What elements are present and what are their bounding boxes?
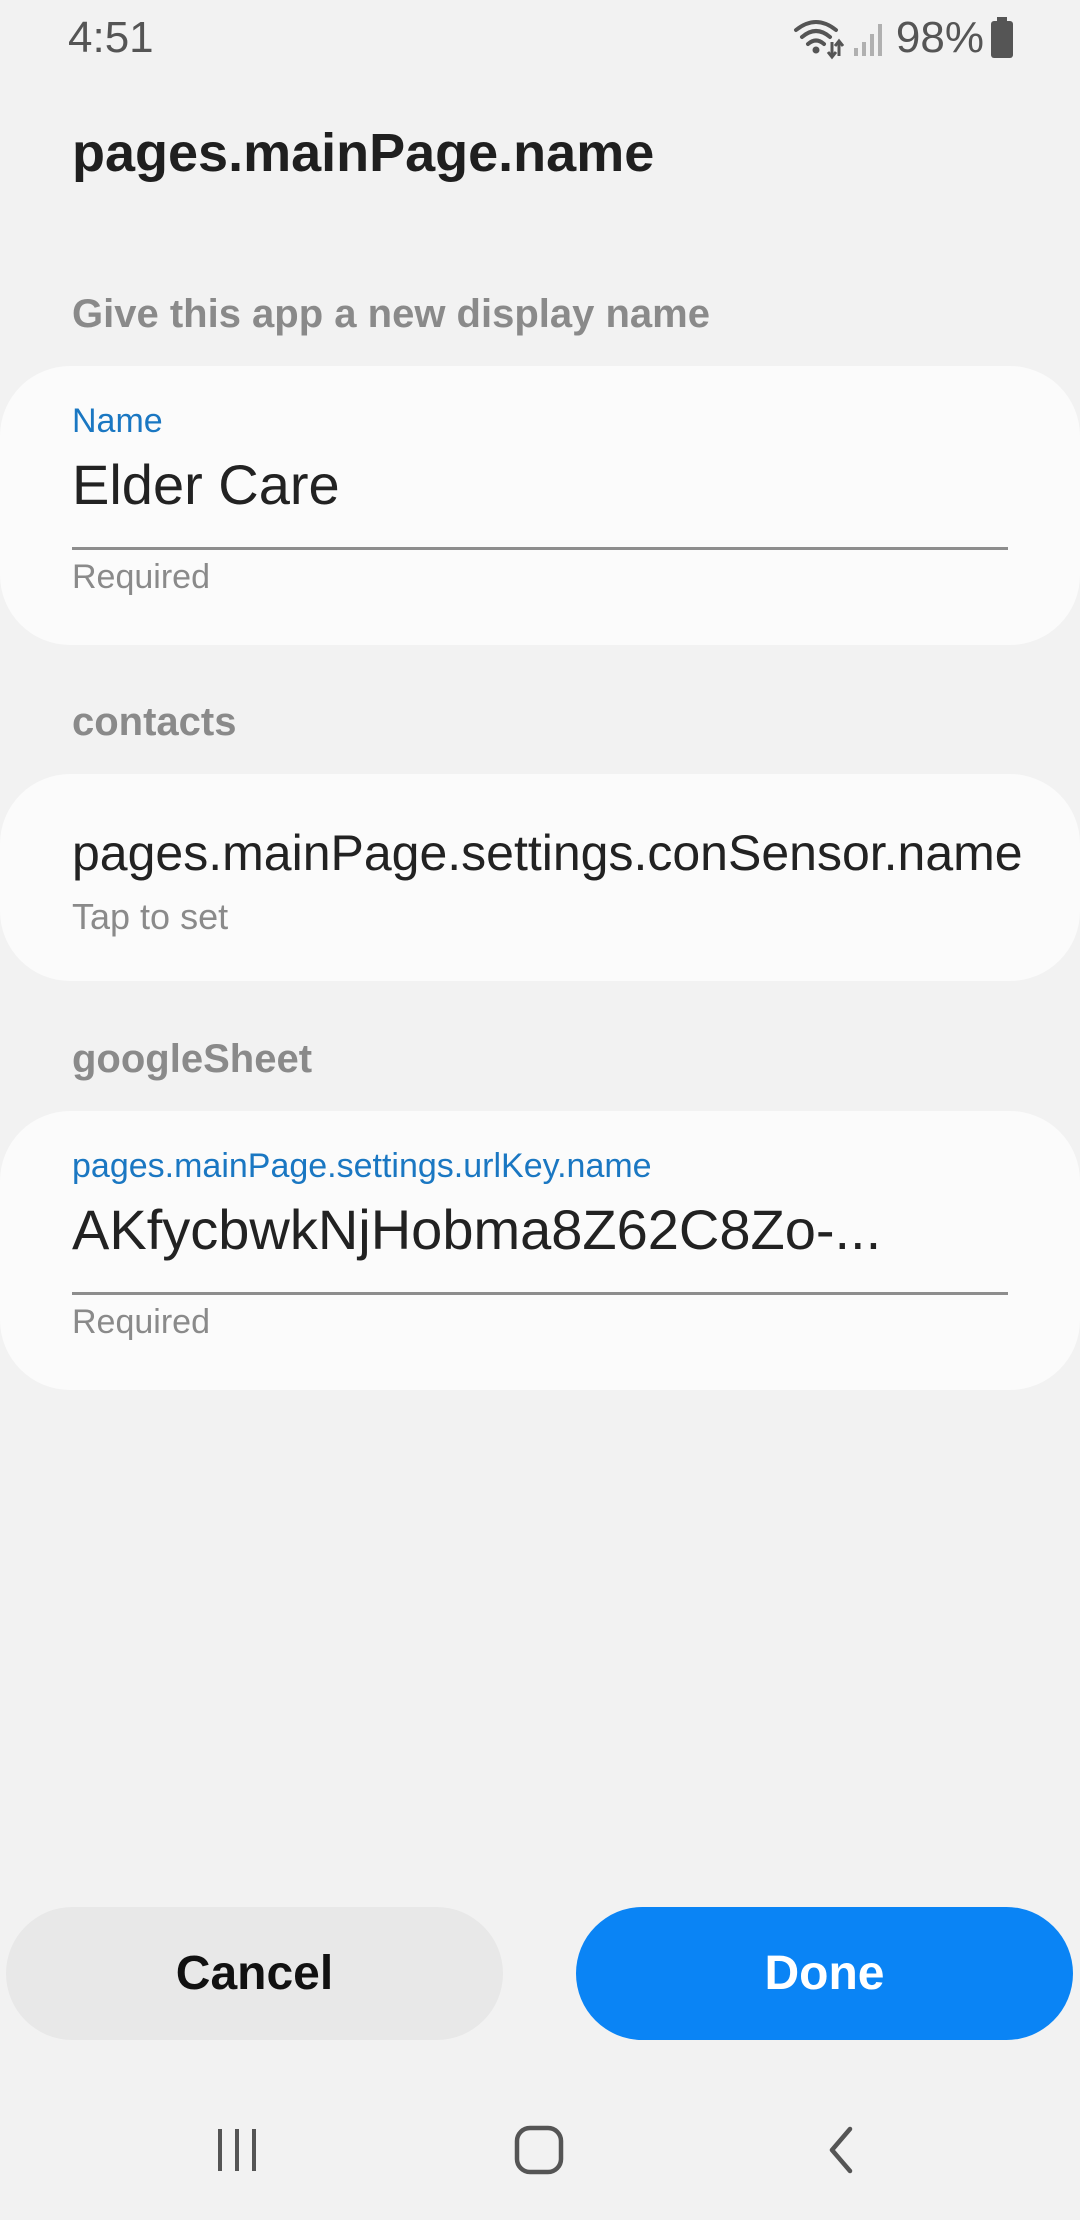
done-button[interactable]: Done	[576, 1907, 1073, 2040]
name-field-label: Name	[72, 402, 163, 440]
screen: 4:51 98% pages.mainPage.name Give this a…	[0, 0, 1080, 2220]
battery-icon	[990, 17, 1014, 59]
home-icon[interactable]	[499, 2110, 579, 2190]
contacts-section-header: contacts	[72, 700, 237, 744]
status-icons: 98%	[792, 10, 1014, 66]
name-helper-text: Required	[72, 558, 210, 596]
contacts-preference-summary: Tap to set	[72, 896, 229, 937]
url-key-card: pages.mainPage.settings.urlKey.name AKfy…	[0, 1111, 1080, 1390]
battery-percent: 98%	[895, 13, 984, 62]
page-title: pages.mainPage.name	[72, 123, 655, 183]
back-icon[interactable]	[801, 2110, 881, 2190]
cancel-button[interactable]: Cancel	[6, 1907, 503, 2040]
wifi-icon	[792, 16, 844, 60]
url-key-field-label: pages.mainPage.settings.urlKey.name	[72, 1147, 652, 1185]
recent-apps-icon[interactable]	[197, 2110, 277, 2190]
contacts-preference-title: pages.mainPage.settings.conSensor.name	[72, 825, 1023, 881]
status-time: 4:51	[68, 13, 154, 62]
url-key-helper-text: Required	[72, 1303, 210, 1341]
display-name-section-header: Give this app a new display name	[72, 292, 710, 336]
name-input-underline	[72, 547, 1008, 550]
google-sheet-section-header: googleSheet	[72, 1037, 313, 1081]
name-input[interactable]: Elder Care	[72, 452, 340, 517]
url-key-input[interactable]: AKfycbwkNjHobma8Z62C8Zo-...	[72, 1197, 881, 1262]
name-card: Name Elder Care Required	[0, 366, 1080, 645]
signal-icon	[852, 18, 888, 58]
url-key-input-underline	[72, 1292, 1008, 1295]
contacts-preference[interactable]: pages.mainPage.settings.conSensor.name T…	[0, 774, 1080, 981]
